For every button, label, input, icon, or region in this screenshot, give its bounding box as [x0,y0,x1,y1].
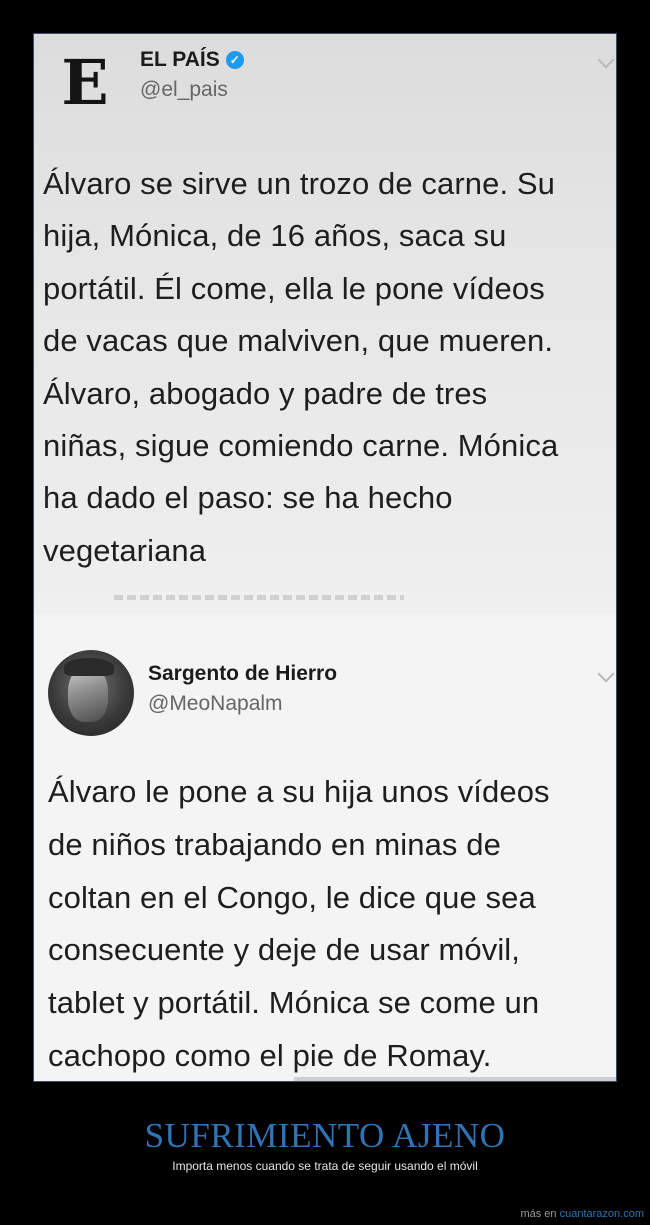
caption-subtitle: Importa menos cuando se trata de seguir … [172,1159,478,1173]
footer-link[interactable]: cuantarazon.com [560,1208,644,1220]
footer: más en cuantarazon.com [520,1208,644,1220]
tweet-el-pais: E EL PAÍS ✓ @el_pais Álvaro se sirve un … [34,34,616,616]
screenshot-frame: E EL PAÍS ✓ @el_pais Álvaro se sirve un … [33,33,617,1082]
footer-prefix: más en [520,1208,560,1220]
verified-check-icon: ✓ [225,51,244,69]
divider-strip [294,1077,616,1081]
avatar[interactable] [48,650,134,736]
tweet-text-line: Álvaro le pone a su hija unos vídeos [48,774,550,809]
tweet-text-line: Álvaro, abogado y padre de tres [43,375,488,411]
tweet-text-line: niñas, sigue comiendo carne. Mónica [43,428,559,464]
tweet-sargento: Sargento de Hierro @MeoNapalm Álvaro le … [34,614,616,1081]
chevron-down-icon[interactable] [597,665,615,683]
tweet-text-line: vegetariana [43,532,207,568]
cropped-text-fragment [114,595,404,600]
avatar-cap [64,658,114,676]
author-name[interactable]: EL PAÍS ✓ [140,48,244,72]
tweet-text-line: coltan en el Congo, le dice que sea [48,879,536,915]
tweet-text-line: de vacas que malviven, que mueren. [43,323,554,359]
tweet-text-line: tablet y portátil. Mónica se come un [48,985,540,1021]
tweet-text-line: ha dado el paso: se ha hecho [43,480,453,516]
tweet-text: Álvaro le pone a su hija unos vídeos de n… [48,766,616,1081]
chevron-down-icon[interactable] [597,51,615,69]
tweet-text-line: consecuente y deje de usar móvil, [48,932,521,968]
tweet-text-line: hija, Mónica, de 16 años, saca su [43,218,507,254]
author-name[interactable]: Sargento de Hierro [148,662,337,686]
tweet-text: Álvaro se sirve un trozo de carne. Su hij… [43,158,616,577]
tweet-text-line: portátil. Él come, ella le pone vídeos [43,270,545,306]
author-handle[interactable]: @MeoNapalm [148,692,283,716]
tweet-text-line: Álvaro se sirve un trozo de carne. Su [43,166,556,201]
el-pais-logo[interactable]: E [56,52,114,114]
caption-title: SUFRIMIENTO AJENO [144,1116,506,1155]
author-handle[interactable]: @el_pais [140,78,228,102]
tweet-text-line: de niños trabajando en minas de [48,826,501,862]
tweet-text-line: cachopo como el pie de Romay. [48,1037,492,1073]
divider-strip [34,592,616,616]
author-name-label: EL PAÍS [140,48,220,71]
